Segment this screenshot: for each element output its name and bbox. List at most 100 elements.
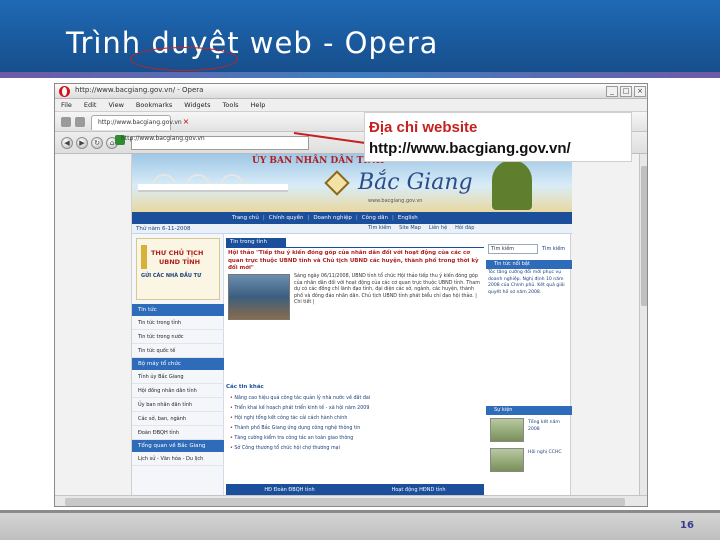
notice-heading: Tin tức nổi bật bbox=[486, 260, 572, 269]
address-text: http://www.bacgiang.gov.vn bbox=[121, 135, 205, 142]
side-menu-header[interactable]: Tổng quan về Bắc Giang bbox=[132, 440, 224, 452]
header-rule bbox=[0, 72, 720, 78]
list-item[interactable]: Tăng cường kiểm tra công tác an toàn gia… bbox=[230, 434, 482, 444]
maximize-button[interactable]: □ bbox=[620, 86, 632, 97]
side-menu-item[interactable]: Tỉnh ủy Bắc Giang bbox=[132, 370, 224, 384]
event-caption[interactable]: Hội nghị CCHC bbox=[528, 450, 570, 457]
tab-title: http://www.bacgiang.gov.vn bbox=[98, 119, 182, 126]
utility-links: Tìm kiếm Site Map Liên hệ Hỏi đáp bbox=[368, 225, 474, 231]
news-body-text: Sáng ngày 06/11/2008, UBND tỉnh tổ chức … bbox=[294, 274, 480, 299]
right-column: Tìm kiếm Tìm kiếm Tin tức nổi bật Tóc tă… bbox=[486, 234, 572, 495]
horizontal-scroll-thumb[interactable] bbox=[65, 498, 625, 506]
news-headline[interactable]: Hội thảo "Tiếp thu ý kiến đóng góp của n… bbox=[228, 250, 482, 273]
nav-citizen[interactable]: Công dân bbox=[362, 215, 388, 221]
news-photo[interactable] bbox=[228, 274, 290, 320]
list-item[interactable]: Nâng cao hiệu quả công tác quản lý nhà n… bbox=[230, 394, 482, 404]
banner-url: www.bacgiang.gov.vn bbox=[368, 198, 423, 204]
promo-line1: THƯ CHỦ TỊCH bbox=[151, 249, 204, 257]
reload-button[interactable]: ↻ bbox=[91, 137, 103, 149]
other-news-heading: Các tin khác bbox=[226, 384, 264, 390]
event-photo[interactable] bbox=[490, 448, 524, 472]
nav-business[interactable]: Doanh nghiệp bbox=[313, 215, 352, 221]
side-menu-item[interactable]: Tin tức trong tỉnh bbox=[132, 316, 224, 330]
slide-title: Trình duyệt web - Opera bbox=[66, 26, 439, 60]
province-logo-icon bbox=[324, 170, 350, 196]
util-sitemap[interactable]: Site Map bbox=[399, 225, 421, 231]
event-caption[interactable]: Tổng kết năm 2008 bbox=[528, 420, 570, 433]
side-menu-item[interactable]: Hội đồng nhân dân tỉnh bbox=[132, 384, 224, 398]
page-number: 16 bbox=[680, 520, 694, 531]
vertical-scroll-thumb[interactable] bbox=[641, 166, 647, 306]
nav-government[interactable]: Chính quyền bbox=[269, 215, 304, 221]
site-nav: Trang chủ | Chính quyền | Doanh nghiệp |… bbox=[132, 212, 572, 224]
menu-bar: File Edit View Bookmarks Widgets Tools H… bbox=[55, 99, 647, 112]
side-menu-item[interactable]: Tin tức trong nước bbox=[132, 330, 224, 344]
tab-bacgiang[interactable]: http://www.bacgiang.gov.vn bbox=[91, 115, 182, 130]
address-callout: Địa chỉ website http://www.bacgiang.gov.… bbox=[364, 112, 632, 162]
list-item[interactable]: Hội nghị tổng kết công tác cải cách hành… bbox=[230, 414, 482, 424]
menu-widgets[interactable]: Widgets bbox=[184, 101, 210, 109]
window-controls: _ □ × bbox=[606, 86, 646, 97]
window-title: http://www.bacgiang.gov.vn/ - Opera bbox=[75, 86, 204, 94]
close-button[interactable]: × bbox=[634, 86, 646, 97]
site-search-button[interactable]: Tìm kiếm bbox=[542, 244, 565, 254]
left-column: THƯ CHỦ TỊCH UBND TỈNH GỬI CÁC NHÀ ĐẦU T… bbox=[132, 234, 224, 495]
menu-view[interactable]: View bbox=[108, 101, 123, 109]
menu-bookmarks[interactable]: Bookmarks bbox=[136, 101, 172, 109]
menu-edit[interactable]: Edit bbox=[84, 101, 97, 109]
site-banner: ỦY BAN NHÂN DÂN TỈNH Bắc Giang www.bacgi… bbox=[132, 154, 572, 212]
util-faq[interactable]: Hỏi đáp bbox=[455, 225, 474, 231]
new-tab-icon[interactable] bbox=[75, 117, 85, 127]
side-menu-item[interactable]: Đoàn ĐBQH tỉnh bbox=[132, 426, 224, 440]
list-item[interactable]: Sở Công thương tổ chức hội chợ thương mạ… bbox=[230, 444, 482, 454]
vertical-scrollbar[interactable] bbox=[639, 154, 647, 495]
footer-link-dbqh[interactable]: HĐ Đoàn ĐBQH tỉnh bbox=[264, 487, 314, 493]
other-news-list: Nâng cao hiệu quả công tác quản lý nhà n… bbox=[230, 394, 482, 454]
menu-help[interactable]: Help bbox=[251, 101, 266, 109]
callout-label: Địa chỉ website bbox=[369, 119, 478, 136]
bridge-image bbox=[138, 184, 288, 192]
main-column: Tin trong tỉnh Hội thảo "Tiếp thu ý kiến… bbox=[226, 234, 484, 495]
minimize-button[interactable]: _ bbox=[606, 86, 618, 97]
footer-link-hdnd[interactable]: Hoạt động HĐND tỉnh bbox=[391, 487, 445, 493]
site-footer-links: HĐ Đoàn ĐBQH tỉnh Hoạt động HĐND tỉnh bbox=[226, 484, 484, 495]
event-photo[interactable] bbox=[490, 418, 524, 442]
side-menu-header[interactable]: Bộ máy tổ chức bbox=[132, 358, 224, 370]
side-menu-item[interactable]: Tin tức quốc tế bbox=[132, 344, 224, 358]
slide-header: Trình duyệt web - Opera bbox=[0, 0, 720, 72]
news-body: Sáng ngày 06/11/2008, UBND tỉnh tổ chức … bbox=[294, 274, 482, 307]
list-item[interactable]: Thành phố Bắc Giang ứng dụng công nghệ t… bbox=[230, 424, 482, 434]
page-viewport[interactable]: ỦY BAN NHÂN DÂN TỈNH Bắc Giang www.bacgi… bbox=[55, 154, 639, 495]
side-menu-item[interactable]: Các sở, ban, ngành bbox=[132, 412, 224, 426]
util-search[interactable]: Tìm kiếm bbox=[368, 225, 391, 231]
side-menu: Tin tức Tin tức trong tỉnh Tin tức trong… bbox=[132, 304, 224, 466]
pin-icon bbox=[141, 245, 147, 269]
bacgiang-website: ỦY BAN NHÂN DÂN TỈNH Bắc Giang www.bacgi… bbox=[131, 154, 572, 495]
back-button[interactable]: ◀ bbox=[61, 137, 73, 149]
address-highlight-oval bbox=[130, 47, 238, 71]
side-menu-header[interactable]: Tin tức bbox=[132, 304, 224, 316]
menu-file[interactable]: File bbox=[61, 101, 72, 109]
horizontal-scrollbar[interactable] bbox=[55, 495, 647, 506]
promo-line2: UBND TỈNH bbox=[159, 258, 201, 266]
section-rule bbox=[226, 247, 484, 248]
nav-home[interactable]: Trang chủ bbox=[232, 215, 259, 221]
tools-icon[interactable] bbox=[61, 117, 71, 127]
util-contact[interactable]: Liên hệ bbox=[429, 225, 447, 231]
promo-line3: GỬI CÁC NHÀ ĐẦU TƯ bbox=[141, 273, 202, 279]
section-title: Tin trong tỉnh bbox=[226, 238, 286, 247]
chairman-letter-banner[interactable]: THƯ CHỦ TỊCH UBND TỈNH GỬI CÁC NHÀ ĐẦU T… bbox=[136, 238, 220, 300]
notice-body[interactable]: Tóc tăng cường đổi mới phục vụ doanh ngh… bbox=[488, 270, 570, 296]
forward-button[interactable]: ▶ bbox=[76, 137, 88, 149]
side-menu-item[interactable]: Lịch sử - Văn hóa - Du lịch bbox=[132, 452, 224, 466]
opera-logo-icon bbox=[59, 86, 70, 97]
site-search-input[interactable]: Tìm kiếm bbox=[488, 244, 538, 254]
side-menu-item[interactable]: Ủy ban nhân dân tỉnh bbox=[132, 398, 224, 412]
list-item[interactable]: Triển khai kế hoạch phát triển kinh tế -… bbox=[230, 404, 482, 414]
tab-close-icon[interactable]: × bbox=[182, 118, 190, 126]
title-bar[interactable]: http://www.bacgiang.gov.vn/ - Opera _ □ … bbox=[55, 84, 647, 99]
menu-tools[interactable]: Tools bbox=[223, 101, 239, 109]
nav-english[interactable]: English bbox=[398, 215, 418, 221]
footer-strip bbox=[0, 510, 720, 513]
farmer-image bbox=[492, 160, 532, 210]
